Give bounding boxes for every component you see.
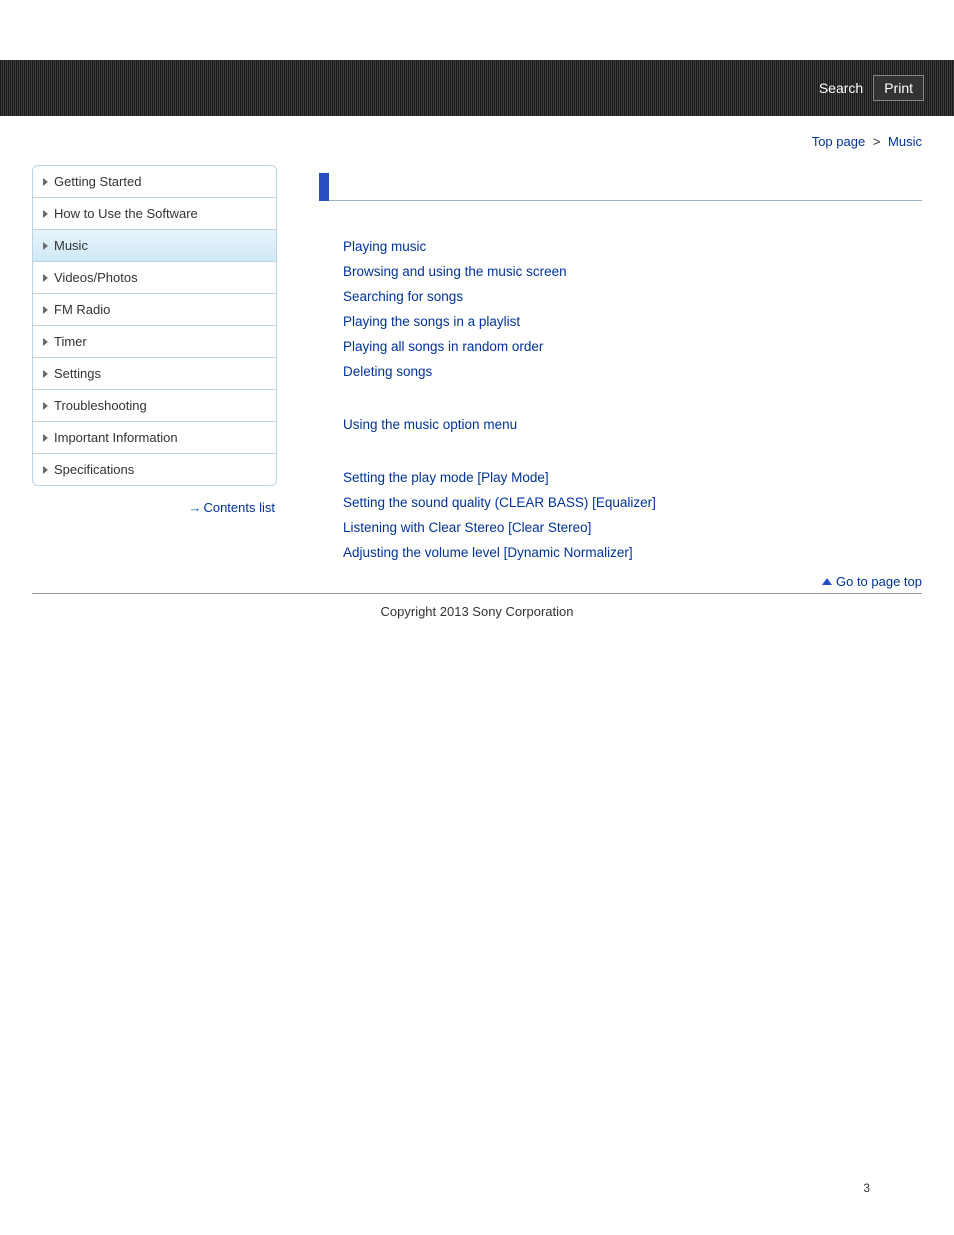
chevron-right-icon [43, 370, 48, 378]
content-link[interactable]: Playing music [343, 239, 426, 254]
sidebar-item-label: Settings [54, 366, 101, 381]
sidebar-item-how-to-use-software[interactable]: How to Use the Software [33, 198, 276, 230]
contents-list-link[interactable]: →Contents list [188, 500, 275, 515]
sidebar-item-important-information[interactable]: Important Information [33, 422, 276, 454]
sidebar-item-music[interactable]: Music [33, 230, 276, 262]
sidebar-item-label: Getting Started [54, 174, 141, 189]
sidebar-item-getting-started[interactable]: Getting Started [33, 166, 276, 198]
content-link[interactable]: Adjusting the volume level [Dynamic Norm… [343, 545, 633, 560]
content-link[interactable]: Deleting songs [343, 364, 432, 379]
chevron-right-icon [43, 242, 48, 250]
breadcrumb: Top page > Music [32, 134, 922, 149]
content-link[interactable]: Searching for songs [343, 289, 463, 304]
sidebar-nav: Getting Started How to Use the Software … [32, 165, 277, 486]
breadcrumb-top-link[interactable]: Top page [812, 134, 866, 149]
sidebar-item-label: FM Radio [54, 302, 110, 317]
sidebar-item-label: Music [54, 238, 88, 253]
chevron-right-icon [43, 274, 48, 282]
breadcrumb-sep: > [873, 134, 881, 149]
copyright-text: Copyright 2013 Sony Corporation [32, 594, 922, 619]
arrow-right-icon: → [188, 500, 201, 515]
content-link[interactable]: Playing all songs in random order [343, 339, 543, 354]
chevron-right-icon [43, 402, 48, 410]
search-link[interactable]: Search [819, 80, 863, 96]
print-button[interactable]: Print [873, 75, 924, 101]
triangle-up-icon [822, 578, 832, 585]
breadcrumb-current: Music [888, 134, 922, 149]
sidebar-item-label: Troubleshooting [54, 398, 147, 413]
heading-marker-icon [319, 173, 329, 201]
content-link[interactable]: Listening with Clear Stereo [Clear Stere… [343, 520, 591, 535]
chevron-right-icon [43, 466, 48, 474]
sidebar-item-troubleshooting[interactable]: Troubleshooting [33, 390, 276, 422]
sidebar-item-timer[interactable]: Timer [33, 326, 276, 358]
sidebar-item-videos-photos[interactable]: Videos/Photos [33, 262, 276, 294]
chevron-right-icon [43, 338, 48, 346]
sidebar-item-fm-radio[interactable]: FM Radio [33, 294, 276, 326]
top-bar: Search Print [0, 60, 954, 116]
chevron-right-icon [43, 306, 48, 314]
content-link[interactable]: Setting the sound quality (CLEAR BASS) [… [343, 495, 656, 510]
sidebar-item-label: Specifications [54, 462, 134, 477]
chevron-right-icon [43, 210, 48, 218]
go-to-top-link[interactable]: Go to page top [822, 574, 922, 589]
chevron-right-icon [43, 178, 48, 186]
sidebar-item-label: Important Information [54, 430, 178, 445]
content-link[interactable]: Playing the songs in a playlist [343, 314, 520, 329]
link-group-1: Playing music Browsing and using the mus… [319, 235, 922, 385]
sidebar-item-specifications[interactable]: Specifications [33, 454, 276, 485]
page-number: 3 [863, 1181, 870, 1195]
content-link[interactable]: Using the music option menu [343, 417, 517, 432]
chevron-right-icon [43, 434, 48, 442]
content-link[interactable]: Setting the play mode [Play Mode] [343, 470, 549, 485]
sidebar-item-label: Timer [54, 334, 87, 349]
sidebar-item-label: How to Use the Software [54, 206, 198, 221]
link-group-3: Setting the play mode [Play Mode] Settin… [319, 466, 922, 566]
link-group-2: Using the music option menu [319, 413, 922, 438]
contents-list-label: Contents list [203, 500, 275, 515]
section-heading [319, 165, 922, 201]
sidebar-item-settings[interactable]: Settings [33, 358, 276, 390]
content-link[interactable]: Browsing and using the music screen [343, 264, 567, 279]
go-to-top-label: Go to page top [836, 574, 922, 589]
sidebar-item-label: Videos/Photos [54, 270, 138, 285]
